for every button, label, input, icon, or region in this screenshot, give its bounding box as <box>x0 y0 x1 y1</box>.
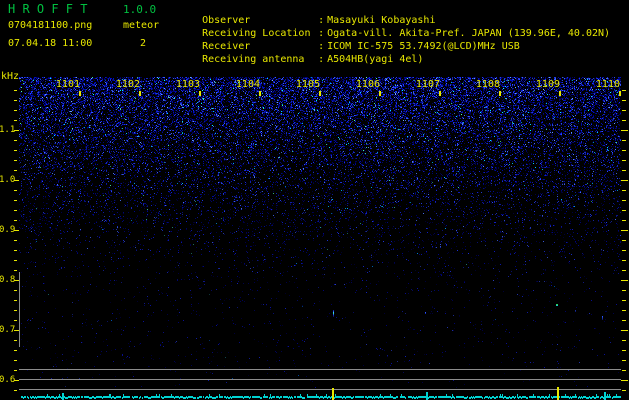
app-title: H R O F F T <box>8 2 88 16</box>
capture-datetime: 07.04.18 11:00 <box>8 38 93 49</box>
info-value: A504HB(yagi 4el) <box>327 54 424 65</box>
info-row-antenna: Receiving antenna: A504HB(yagi 4el) <box>178 43 423 76</box>
time-axis-label: 1102 <box>115 79 140 90</box>
time-axis-label: 1101 <box>55 79 80 90</box>
freq-axis-label: 1.0 <box>0 175 16 185</box>
capture-filename: 0704181100.png <box>8 20 93 31</box>
time-axis-label: 1105 <box>295 79 320 90</box>
info-label: Receiving antenna <box>202 54 305 65</box>
info-separator: : <box>318 54 325 65</box>
app-version: 1.0.0 <box>123 3 157 16</box>
observation-mode: meteor <box>123 20 160 31</box>
time-axis-label: 1103 <box>175 79 200 90</box>
freq-axis-label: 0.8 <box>0 275 16 285</box>
freq-axis-label: 1.1 <box>0 125 16 135</box>
freq-axis-label: 0.9 <box>0 225 16 235</box>
time-axis-label: 1106 <box>355 79 380 90</box>
time-axis-label: 1110 <box>595 79 620 90</box>
freq-unit-label: kHz <box>1 71 20 82</box>
freq-axis-label: 0.7 <box>0 325 16 335</box>
meteor-count: 2 <box>140 38 147 49</box>
time-axis-label: 1104 <box>235 79 260 90</box>
time-axis-label: 1107 <box>415 79 440 90</box>
time-axis-label: 1108 <box>475 79 500 90</box>
time-axis-label: 1109 <box>535 79 560 90</box>
hrofft-screen: H R O F F T 1.0.0 0704181100.png meteor … <box>0 0 629 400</box>
freq-axis-label: 0.6 <box>0 375 16 385</box>
